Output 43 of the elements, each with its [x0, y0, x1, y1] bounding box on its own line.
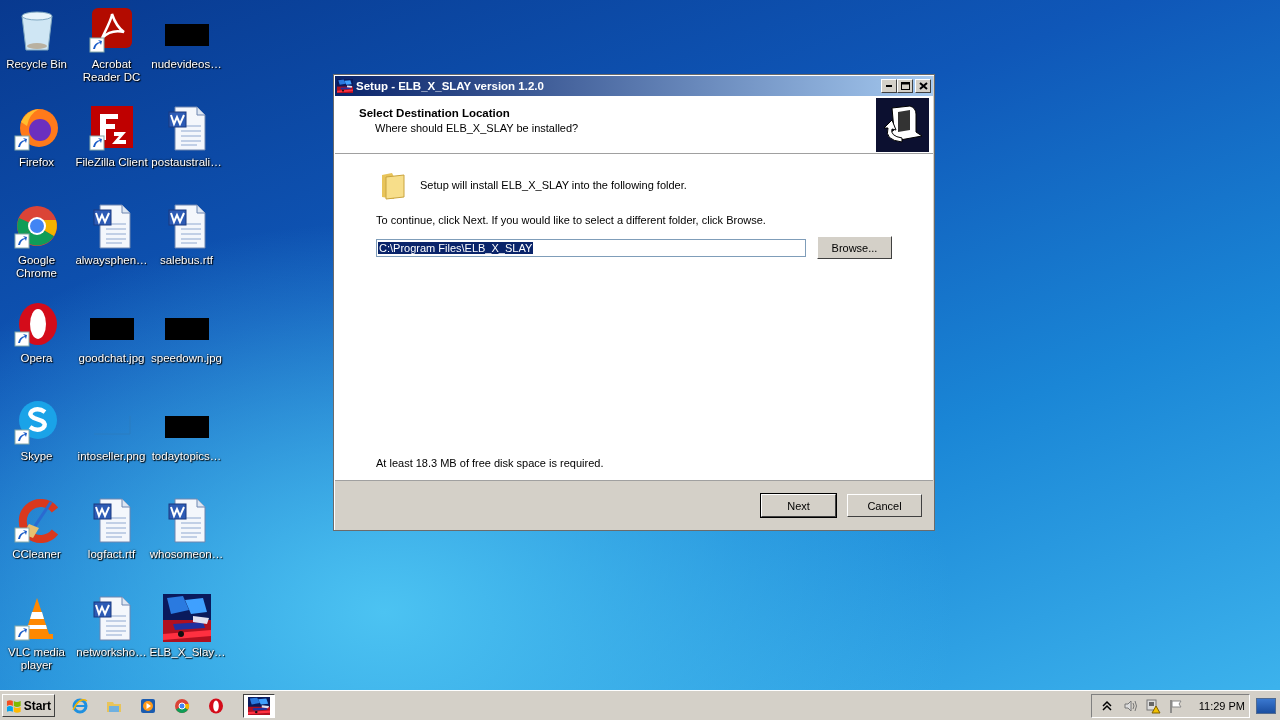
- desktop-icon-label[interactable]: Google Chrome: [0, 254, 74, 280]
- media-player-icon[interactable]: [140, 697, 156, 714]
- desktop-icon-label[interactable]: Acrobat Reader DC: [74, 58, 149, 84]
- clock[interactable]: 11:29 PM: [1198, 699, 1245, 712]
- next-button[interactable]: Next: [761, 494, 836, 517]
- show-desktop-button[interactable]: [1256, 697, 1276, 714]
- desktop-icon-label[interactable]: speedown.jpg: [149, 352, 224, 365]
- zigzag-app-icon[interactable]: [87, 104, 136, 152]
- opera-icon[interactable]: [208, 697, 224, 714]
- window-title: Setup - ELB_X_SLAY version 1.2.0: [356, 80, 545, 92]
- desktop-icon-label[interactable]: salebus.rtf: [149, 254, 224, 267]
- desktop-icon-label[interactable]: alwaysphen…: [74, 254, 149, 267]
- flag-icon[interactable]: [1167, 697, 1184, 714]
- instruction-text: To continue, click Next. If you would like to select a different folder, click Browse.: [376, 214, 767, 226]
- desktop-icon-label[interactable]: FileZilla Client: [74, 156, 149, 169]
- desktop-icon-label[interactable]: goodchat.jpg: [74, 352, 149, 365]
- desktop-icon-label[interactable]: Recycle Bin: [0, 58, 74, 71]
- network-warning-icon[interactable]: [1144, 697, 1161, 714]
- minimize-icon: [886, 85, 892, 87]
- desktop-icon-label[interactable]: Opera: [0, 352, 74, 365]
- start-button[interactable]: Start: [2, 694, 55, 717]
- page-heading: Select Destination Location: [359, 107, 511, 119]
- folder-message: Setup will install ELB_X_SLAY into the following folder.: [420, 179, 687, 191]
- cleaner-icon[interactable]: [12, 496, 61, 544]
- desktop-icon-label[interactable]: nudevideos…: [149, 58, 224, 71]
- maximize-button[interactable]: [897, 79, 913, 93]
- browse-button[interactable]: Browse...: [817, 236, 892, 259]
- page-subheading: Where should ELB_X_SLAY be installed?: [375, 122, 579, 134]
- close-button[interactable]: [915, 79, 931, 93]
- maximize-icon: [900, 82, 910, 90]
- desktop-icon-label[interactable]: Firefox: [0, 156, 74, 169]
- desktop-icon-label[interactable]: CCleaner: [0, 548, 74, 561]
- minimize-button[interactable]: [881, 79, 897, 93]
- path-field[interactable]: C:\Program Files\ELB_X_SLAY: [376, 238, 806, 257]
- desktop-icon-label[interactable]: intoseller.png: [74, 450, 149, 463]
- cancel-button[interactable]: Cancel: [847, 494, 922, 517]
- desktop-icon-label[interactable]: postaustrali…: [149, 156, 224, 169]
- close-icon: [918, 82, 928, 90]
- taskbar-button[interactable]: [243, 693, 275, 718]
- disk-space-note: At least 18.3 MB of free disk space is required.: [376, 457, 605, 469]
- desktop-icon-label[interactable]: Skype: [0, 450, 74, 463]
- chrome-icon[interactable]: [174, 697, 190, 714]
- four-pane-logo-icon: [6, 697, 22, 714]
